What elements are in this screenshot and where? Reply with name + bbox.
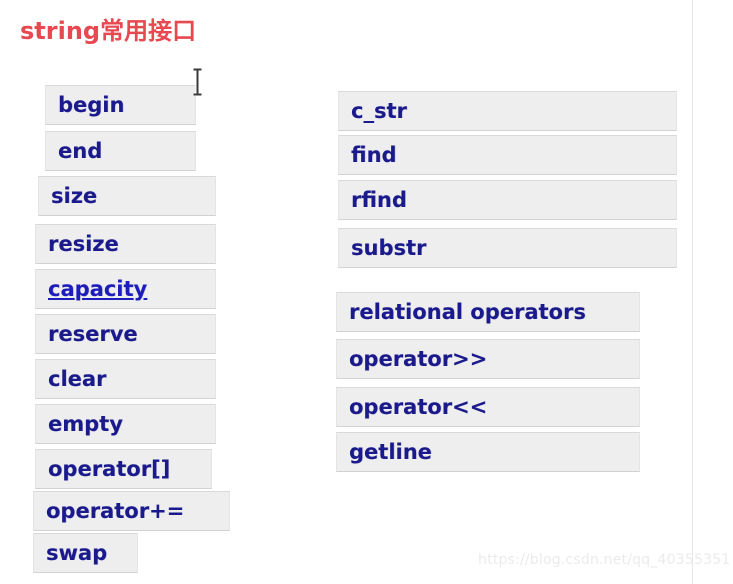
chip-label: rfind <box>351 187 407 212</box>
chip-label: begin <box>58 92 125 117</box>
chip-label: size <box>51 183 98 208</box>
chip-label: clear <box>48 366 107 391</box>
interface-item-size[interactable]: size <box>38 176 216 216</box>
chip-label: swap <box>46 540 108 565</box>
interface-item-rfind[interactable]: rfind <box>338 180 677 220</box>
page-divider-rule <box>692 0 693 584</box>
chip-label: resize <box>48 231 119 256</box>
interface-item-clear[interactable]: clear <box>35 359 216 399</box>
chip-label: relational operators <box>349 299 586 324</box>
watermark-text: https://blog.csdn.net/qq_40355351 <box>478 552 731 568</box>
chip-label: getline <box>349 439 432 464</box>
interface-item-resize[interactable]: resize <box>35 224 216 264</box>
interface-item-operator[interactable]: operator>> <box>336 339 640 379</box>
interface-item-operator[interactable]: operator[] <box>35 449 212 489</box>
interface-item-substr[interactable]: substr <box>338 228 677 268</box>
chip-label: operator>> <box>349 346 488 371</box>
slide-canvas: string常用接口 begin end size resize capacity res… <box>0 0 733 584</box>
chip-label: empty <box>48 411 123 436</box>
chip-label: capacity <box>48 276 148 301</box>
interface-item-end[interactable]: end <box>45 131 196 171</box>
chip-label: find <box>351 142 397 167</box>
interface-item-getline[interactable]: getline <box>336 432 640 472</box>
chip-label: c_str <box>351 98 407 123</box>
interface-item-operator[interactable]: operator+= <box>33 491 230 531</box>
interface-item-swap[interactable]: swap <box>33 533 138 573</box>
interface-item-c-str[interactable]: c_str <box>338 91 677 131</box>
chip-label: operator[] <box>48 456 171 481</box>
chip-label: end <box>58 138 103 163</box>
interface-item-empty[interactable]: empty <box>35 404 216 444</box>
chip-label: reserve <box>48 321 138 346</box>
interface-item-operator[interactable]: operator<< <box>336 387 640 427</box>
chip-label: substr <box>351 235 427 260</box>
chip-label: operator<< <box>349 394 488 419</box>
interface-item-reserve[interactable]: reserve <box>35 314 216 354</box>
interface-item-relational-operators[interactable]: relational operators <box>336 292 640 332</box>
chip-label: operator+= <box>46 498 185 523</box>
interface-item-capacity[interactable]: capacity <box>35 269 216 309</box>
page-title: string常用接口 <box>20 17 197 45</box>
interface-item-begin[interactable]: begin <box>45 85 196 125</box>
interface-item-find[interactable]: find <box>338 135 677 175</box>
